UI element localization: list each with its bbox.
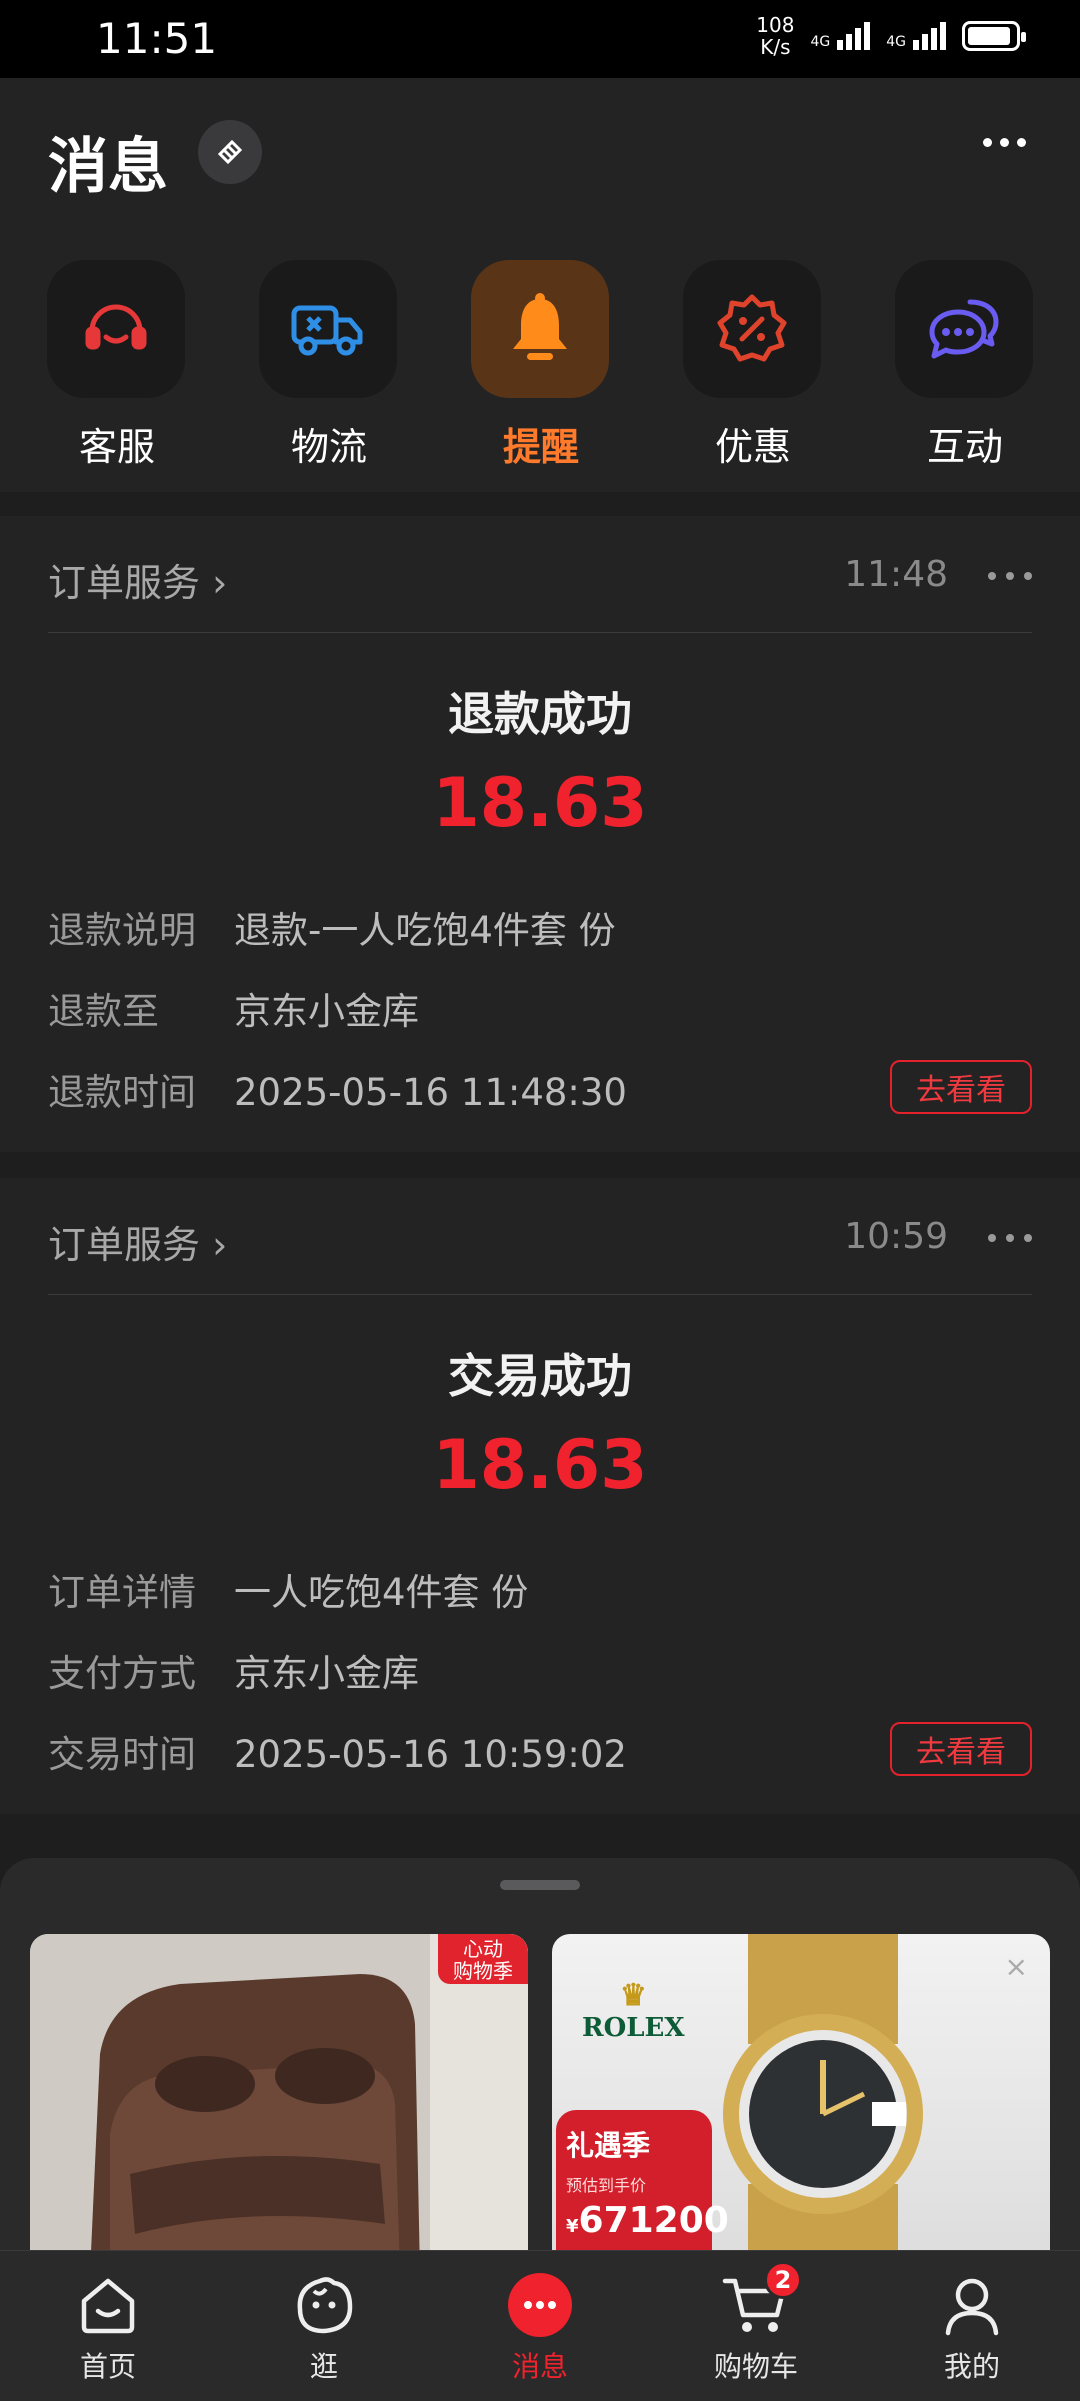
card-time: 10:59 — [844, 1216, 948, 1257]
status-bar: 11:51 108 K/s 4G 4G — [0, 0, 1080, 78]
more-options-button[interactable] — [983, 138, 1026, 147]
nav-cart[interactable]: 2 购物车 — [676, 2261, 836, 2385]
card-more-button[interactable] — [988, 572, 1032, 580]
card-header: 订单服务 › 10:59 — [48, 1178, 1032, 1295]
sheet-drag-handle[interactable] — [500, 1880, 580, 1890]
clear-unread-button[interactable] — [198, 120, 262, 184]
card-row: 订单详情 一人吃饱4件套 份 — [48, 1571, 529, 1614]
message-header: 消息 客服 物流 提醒 优惠 互动 — [0, 78, 1080, 492]
promo-tag: 心动 购物季 — [438, 1934, 528, 1984]
bottom-navigation: 首页 逛 消息 2 购物车 我的 — [0, 2250, 1080, 2401]
broom-icon — [217, 139, 243, 165]
card-source-link[interactable]: 订单服务 › — [48, 552, 227, 607]
dot-icon — [1017, 138, 1026, 147]
dot-icon — [983, 138, 992, 147]
category-discount[interactable]: 优惠 — [683, 260, 823, 471]
recommended-product-watch[interactable]: ♛ ROLEX × 礼遇季 预估到手价 ¥671200 — [552, 1934, 1050, 2274]
truck-icon — [259, 260, 397, 398]
home-icon — [72, 2269, 144, 2341]
battery-icon — [962, 21, 1026, 51]
card-source-link[interactable]: 订单服务 › — [48, 1214, 227, 1269]
message-icon — [504, 2269, 576, 2341]
nav-stroll[interactable]: 逛 — [244, 2269, 404, 2385]
network-speed: 108 K/s — [756, 13, 795, 59]
headset-icon — [47, 260, 185, 398]
nav-profile[interactable]: 我的 — [892, 2269, 1052, 2385]
chat-bubbles-icon — [895, 260, 1033, 398]
card-amount: 18.63 — [432, 764, 648, 843]
nav-home[interactable]: 首页 — [28, 2269, 188, 2385]
nav-messages[interactable]: 消息 — [460, 2269, 620, 2385]
view-details-button[interactable]: 去看看 — [890, 1722, 1032, 1776]
card-title: 交易成功 — [448, 1349, 632, 1403]
category-reminder[interactable]: 提醒 — [471, 260, 611, 471]
card-row: 退款时间 2025-05-16 11:48:30 — [48, 1071, 627, 1114]
dot-icon — [1006, 1234, 1014, 1242]
notification-card-transaction[interactable]: 订单服务 › 10:59 交易成功 18.63 订单详情 一人吃饱4件套 份 支付… — [0, 1178, 1080, 1814]
dot-icon — [988, 1234, 996, 1242]
card-row: 支付方式 京东小金库 — [48, 1652, 419, 1695]
dot-icon — [1006, 572, 1014, 580]
page-title: 消息 — [48, 132, 168, 202]
dot-icon — [988, 572, 996, 580]
cart-count-badge: 2 — [764, 2261, 802, 2299]
card-row: 交易时间 2025-05-16 10:59:02 — [48, 1733, 627, 1776]
signal-icon: 4G — [810, 22, 871, 50]
bell-icon — [471, 260, 609, 398]
status-time: 11:51 — [96, 14, 218, 63]
dot-icon — [1024, 572, 1032, 580]
status-icons: 108 K/s 4G 4G — [756, 13, 1026, 59]
category-customer-service[interactable]: 客服 — [47, 260, 187, 471]
card-title: 退款成功 — [448, 687, 632, 741]
card-amount: 18.63 — [432, 1426, 648, 1505]
massage-chair-image — [30, 1934, 528, 2274]
notification-card-refund[interactable]: 订单服务 › 11:48 退款成功 18.63 退款说明 退款-一人吃饱4件套 份… — [0, 516, 1080, 1152]
signal-icon-2: 4G — [886, 22, 946, 50]
discount-badge-icon — [683, 260, 821, 398]
card-row: 退款至 京东小金库 — [48, 990, 419, 1033]
dot-icon — [1000, 138, 1009, 147]
view-details-button[interactable]: 去看看 — [890, 1060, 1032, 1114]
stroll-face-icon — [288, 2269, 360, 2341]
card-time: 11:48 — [844, 554, 948, 595]
promo-price: ¥671200 — [566, 2200, 729, 2241]
category-interaction[interactable]: 互动 — [895, 260, 1035, 471]
profile-icon — [936, 2269, 1008, 2341]
category-logistics[interactable]: 物流 — [259, 260, 399, 471]
cart-icon: 2 — [720, 2261, 802, 2341]
dot-icon — [1024, 1234, 1032, 1242]
card-more-button[interactable] — [988, 1234, 1032, 1242]
card-row: 退款说明 退款-一人吃饱4件套 份 — [48, 909, 616, 952]
recommended-product-massage-chair[interactable]: 心动 购物季 — [30, 1934, 528, 2274]
card-header: 订单服务 › 11:48 — [48, 516, 1032, 633]
